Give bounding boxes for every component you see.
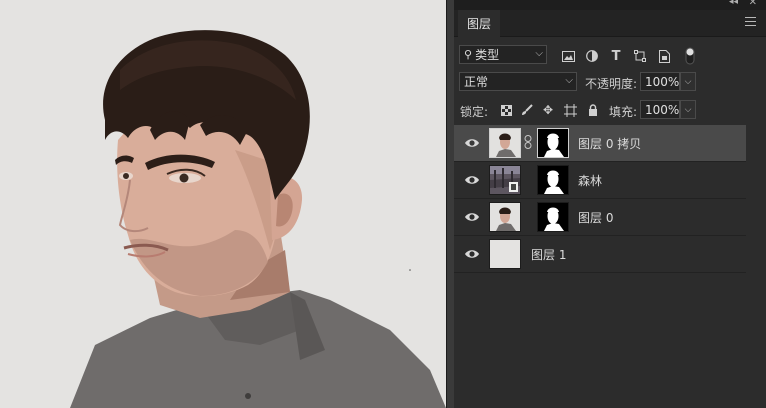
blend-opacity-row: 正常 ⌵ 不透明度: 100% ⌵ [454,72,766,96]
layer-row-layer-0-copy[interactable]: 图层 0 拷贝 [454,125,746,162]
layer-name[interactable]: 图层 0 拷贝 [578,135,641,152]
fill-dropdown-button[interactable]: ⌵ [680,100,696,119]
lock-fill-row: 锁定: ✥ 填充: 100% ⌵ [454,99,766,123]
lock-image-pixels-icon[interactable] [519,102,535,118]
layer-mask-thumbnail[interactable] [537,202,569,232]
layer-mask-thumbnail[interactable] [537,128,569,158]
layer-mask-thumbnail[interactable] [537,165,569,195]
layer-thumbnail[interactable] [489,202,521,232]
layer-row-forest[interactable]: 森林 [454,162,746,199]
lock-all-icon[interactable] [585,102,601,118]
panel-tab-strip: 图层 [454,10,766,37]
filter-kind-dropdown[interactable]: ⚲ 类型 ⌵ [459,45,547,64]
tab-layers[interactable]: 图层 [458,10,500,37]
layer-filter-row: ⚲ 类型 ⌵ T [454,44,766,68]
image-filter-icon[interactable] [560,48,576,64]
adjustment-filter-icon[interactable] [584,48,600,64]
chevron-down-icon: ⌵ [565,75,573,86]
visibility-eye-icon[interactable] [464,174,480,186]
lock-label: 锁定: [460,105,489,119]
opacity-input[interactable]: 100% [640,72,680,91]
fill-input[interactable]: 100% [640,100,680,119]
close-panel-icon[interactable]: ✕ [749,0,757,8]
layers-scroll-gutter [746,125,766,273]
panel-dock-header: ◂◂ ✕ [454,0,766,10]
search-icon: ⚲ [464,48,473,61]
fill-label: 填充: [609,105,638,119]
type-filter-icon[interactable]: T [608,48,624,64]
layer-name[interactable]: 森林 [578,172,602,189]
visibility-eye-icon[interactable] [464,137,480,149]
layer-name[interactable]: 图层 1 [531,246,566,263]
visibility-eye-icon[interactable] [464,211,480,223]
layers-panel: 图层 ⚲ 类型 ⌵ T 正常 ⌵ 不透明度: 100% ⌵ 锁定: ✥ 填充: … [454,10,766,408]
layer-name[interactable]: 图层 0 [578,209,613,226]
blend-mode-dropdown[interactable]: 正常 ⌵ [459,72,577,91]
shape-filter-icon[interactable] [632,48,648,64]
smart-object-filter-icon[interactable] [656,48,672,64]
opacity-dropdown-button[interactable]: ⌵ [680,72,696,91]
filter-kind-label: 类型 [475,48,500,62]
document-canvas[interactable] [0,0,446,408]
collapse-panels-icon[interactable]: ◂◂ [729,0,738,7]
filter-toggle-switch[interactable] [682,47,698,65]
portrait-photo [70,30,446,408]
visibility-eye-icon[interactable] [464,248,480,260]
lock-transparent-pixels-icon[interactable] [498,102,514,118]
artboard-lock-icon[interactable] [562,102,578,118]
lock-position-icon[interactable]: ✥ [540,102,556,118]
blend-mode-value: 正常 [464,75,489,89]
mask-link-icon[interactable] [524,135,534,151]
layer-thumbnail[interactable] [489,128,521,158]
chevron-down-icon: ⌵ [535,48,543,59]
layer-thumbnail[interactable] [489,239,521,269]
opacity-label: 不透明度: [585,77,638,91]
layer-row-layer-0[interactable]: 图层 0 [454,199,746,236]
panel-menu-icon[interactable] [745,17,756,27]
layer-thumbnail[interactable] [489,165,521,195]
layer-row-layer-1[interactable]: 图层 1 [454,236,746,273]
